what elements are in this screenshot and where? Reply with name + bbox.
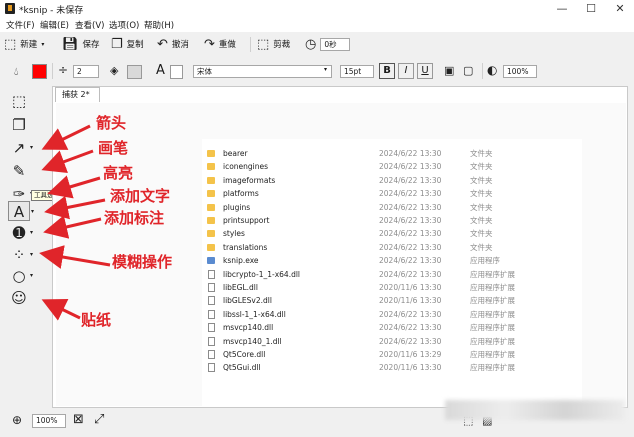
watermark-blur xyxy=(445,400,625,420)
arrow-to-arrow-tool xyxy=(41,124,91,150)
arrow-to-text-tool xyxy=(44,195,106,220)
zoom-spinbox[interactable]: 100% xyxy=(32,414,66,428)
arrow-to-sticker-tool xyxy=(41,299,81,321)
arrow-to-marker-tool xyxy=(47,175,101,199)
zoom-icon: ⊕ xyxy=(12,413,23,427)
annotation-blur-label: 模糊操作 xyxy=(112,253,173,271)
fit-icon[interactable]: ⊠ xyxy=(73,413,84,426)
expand-icon[interactable]: ⤢ xyxy=(94,413,104,426)
annotation-arrow-label: 箭头 xyxy=(96,114,127,132)
annotation-highlight-label: 高亮 xyxy=(103,164,134,182)
annotation-text-label: 添加文字 xyxy=(110,187,171,205)
annotation-overlay xyxy=(39,124,111,321)
annotation-pen-label: 画笔 xyxy=(98,139,129,157)
arrow-to-number-tool xyxy=(43,215,102,239)
annotation-number-label: 添加标注 xyxy=(104,209,165,227)
annotation-sticker-label: 贴纸 xyxy=(81,311,112,329)
arrow-to-pen-tool xyxy=(41,149,94,174)
arrow-to-blur-tool xyxy=(39,245,111,269)
